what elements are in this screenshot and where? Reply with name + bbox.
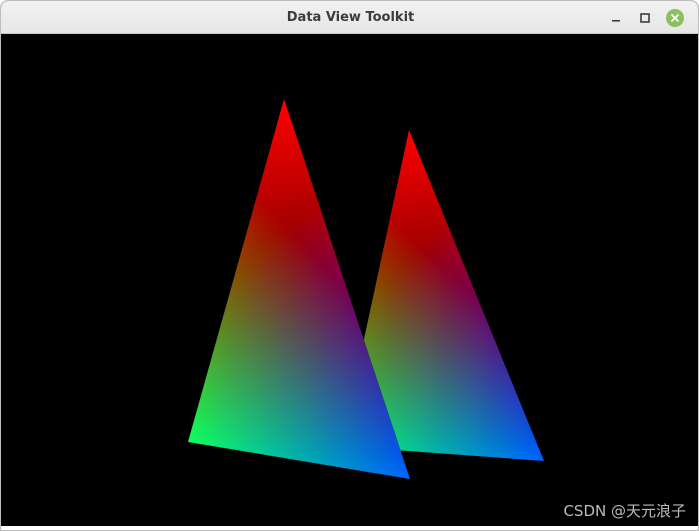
render-canvas[interactable] [1, 34, 698, 526]
scene-svg [188, 99, 544, 479]
window-title: Data View Toolkit [286, 10, 415, 25]
watermark-label: CSDN @天元浪子 [563, 502, 686, 520]
maximize-icon[interactable] [636, 9, 654, 27]
title-bar[interactable]: Data View Toolkit [1, 1, 698, 34]
app-window: Data View Toolkit CSDN @天元浪子 [0, 0, 699, 531]
minimize-icon[interactable] [607, 9, 625, 27]
close-icon[interactable] [666, 9, 684, 27]
window-bottom-border [1, 526, 698, 530]
